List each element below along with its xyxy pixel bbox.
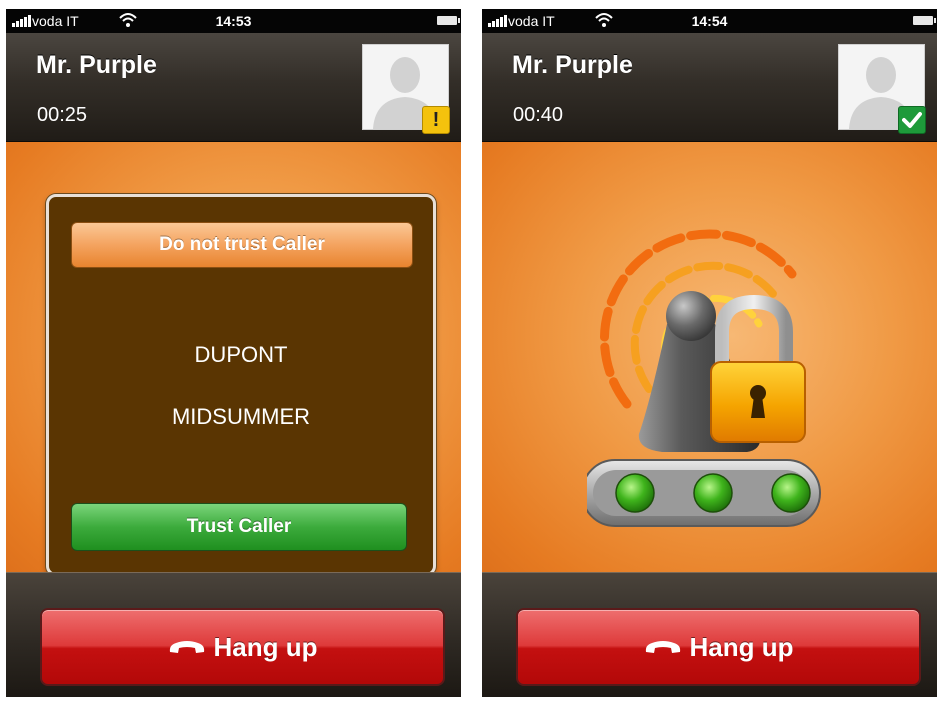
indicator-light xyxy=(771,473,811,513)
battery-icon xyxy=(437,16,460,25)
phone-handset-icon xyxy=(644,639,682,655)
hang-up-label: Hang up xyxy=(689,631,794,662)
trust-caller-button[interactable]: Trust Caller xyxy=(71,503,407,551)
sas-word: DUPONT xyxy=(194,342,288,367)
status-bar: voda IT 14:54 xyxy=(482,9,937,33)
verification-dialog: Do not trust Caller DUPONT MIDSUMMER Tru… xyxy=(46,194,436,576)
checkmark-icon xyxy=(898,106,926,134)
avatar: ! xyxy=(362,44,450,134)
call-screen-unverified: voda IT 14:53 Mr. Purple 00:25 ! Do not … xyxy=(6,9,461,697)
hang-up-label: Hang up xyxy=(213,631,318,662)
secure-call-icon xyxy=(587,229,821,527)
battery-icon xyxy=(913,16,936,25)
contact-name: Mr. Purple xyxy=(36,51,157,79)
call-screen-verified: voda IT 14:54 Mr. Purple 00:40 Hang up xyxy=(482,9,937,697)
indicator-light xyxy=(615,473,655,513)
status-time: 14:53 xyxy=(215,13,252,29)
status-bar: voda IT 14:53 xyxy=(6,9,461,33)
hang-up-button[interactable]: Hang up xyxy=(40,608,445,686)
call-footer: Hang up xyxy=(6,572,461,697)
contact-name: Mr. Purple xyxy=(512,51,633,79)
warning-icon: ! xyxy=(422,106,450,134)
hang-up-button[interactable]: Hang up xyxy=(516,608,921,686)
status-time: 14:54 xyxy=(691,13,728,29)
call-header: Mr. Purple 00:40 xyxy=(482,33,937,142)
do-not-trust-button[interactable]: Do not trust Caller xyxy=(71,222,413,268)
call-header: Mr. Purple 00:25 ! xyxy=(6,33,461,142)
avatar xyxy=(838,44,926,134)
phone-handset-icon xyxy=(168,639,206,655)
call-timer: 00:25 xyxy=(37,104,88,126)
indicator-light xyxy=(693,473,733,513)
sas-word: MIDSUMMER xyxy=(171,404,311,429)
call-body xyxy=(482,142,937,572)
call-timer: 00:40 xyxy=(513,104,564,126)
call-body: Do not trust Caller DUPONT MIDSUMMER Tru… xyxy=(6,142,461,576)
call-footer: Hang up xyxy=(482,572,937,697)
